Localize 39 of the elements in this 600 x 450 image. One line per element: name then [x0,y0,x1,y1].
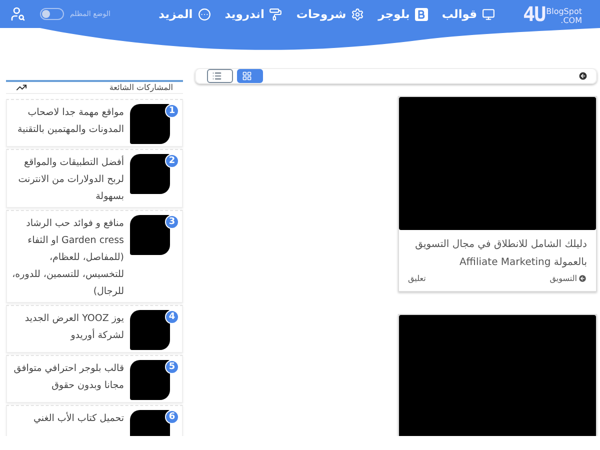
rank-badge: 3 [165,215,179,229]
view-toggle-button[interactable] [207,69,233,83]
rank-badge: 1 [165,104,179,118]
view-toggle-button[interactable] [237,69,263,83]
post-thumbnail [130,104,170,144]
paint-roller-icon [269,8,282,20]
post-card[interactable]: دليلك الشامل للانطلاق في مجال التسويق بالعمولة Affiliate Marketing التسويق تعليق [398,96,597,292]
post-title[interactable]: منافع و فوائد حب الرشاد Garden cress او الثفاء (للمفاصل، للعظام، للتخسيس، للتسمين، للدوره، للرجال) [9,215,124,300]
post-thumbnail [130,154,170,194]
sidebar-title: المشاركات الشائعة [109,83,173,92]
post-title[interactable]: دليلك الشامل للانطلاق في مجال التسويق بالعمولة Affiliate Marketing [399,230,596,274]
more-icon [198,8,211,20]
category-link[interactable]: التسويق [550,274,587,283]
rank-badge: 4 [165,310,179,324]
rank-badge: 6 [165,410,179,424]
rank-badge: 2 [165,154,179,168]
dark-mode-switch[interactable] [40,8,64,20]
nav-link[interactable]: اندرويد [224,7,282,21]
comments-link[interactable]: تعليق [408,274,426,283]
settings-icon [351,8,364,20]
list-icon [212,71,222,81]
nav-link[interactable]: قوالب [442,7,496,21]
nav-link[interactable]: المزيد [158,7,211,21]
post-title[interactable]: قالب بلوجر احترافي متوافق مجانا وبدون حقوق [9,360,124,400]
post-thumbnail [130,215,170,255]
post-title[interactable]: مواقع مهمة جدا لاصحاب المدونات والمهتمين بالتقنية [9,104,124,144]
trending-icon [16,82,27,93]
user-search-icon[interactable] [10,6,26,22]
letter-square-icon [414,8,428,20]
nav-link[interactable]: بلوجر [378,7,428,21]
post-title[interactable]: تحميل كتاب الأب الغني [9,410,124,436]
grid-icon [242,71,252,81]
post-title[interactable]: يوز YOOZ العرض الجديد لشركة أوريدو [9,310,124,350]
nav-link[interactable]: شروحات [296,7,364,21]
rank-badge: 5 [165,360,179,374]
monitor-icon [482,8,496,20]
post-thumbnail [130,310,170,350]
post-title[interactable]: أفضل التطبيقات والمواقع لربح الدولارات من الانترنت بسهولة [9,154,124,205]
post-thumbnail [130,360,170,400]
